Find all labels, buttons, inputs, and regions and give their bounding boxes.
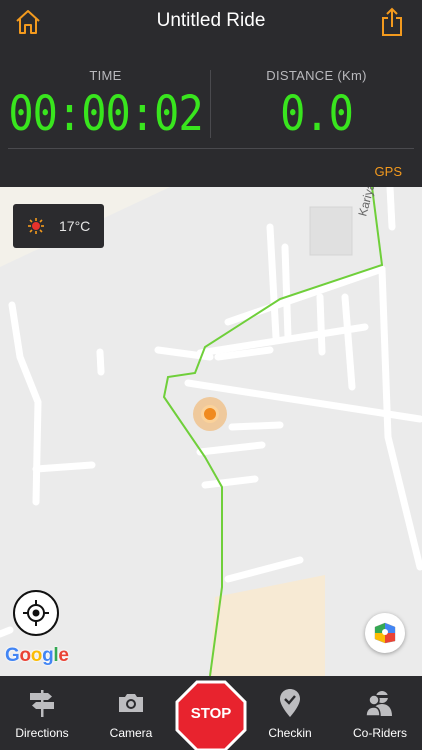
- header-divider: [8, 148, 414, 149]
- tab-camera[interactable]: Camera: [89, 676, 173, 750]
- tab-label-co-riders: Co-Riders: [352, 726, 407, 740]
- time-value: 00:00:02: [8, 85, 203, 142]
- distance-value: 0.0: [280, 85, 354, 142]
- distance-label: DISTANCE (Km): [266, 68, 367, 83]
- open-google-maps-button[interactable]: [365, 613, 405, 653]
- tab-directions[interactable]: Directions: [0, 676, 84, 750]
- camera-icon: [119, 694, 143, 712]
- tab-label-directions: Directions: [15, 726, 69, 740]
- google-maps-icon: [374, 622, 396, 644]
- temperature: 17°C: [59, 218, 91, 234]
- bottom-tab-bar: Directions Camera STOP Checkin Co-Riders: [0, 676, 422, 750]
- riders-icon: [365, 691, 392, 717]
- ride-title: Untitled Ride: [156, 10, 266, 31]
- google-logo: Google: [5, 645, 69, 666]
- signpost-icon: [30, 690, 54, 717]
- stop-button[interactable]: STOP: [175, 680, 247, 750]
- current-location-marker: [193, 397, 227, 431]
- tab-label-checkin: Checkin: [268, 726, 312, 740]
- tab-label-camera: Camera: [109, 726, 153, 740]
- weather-widget: 17°C: [13, 204, 104, 248]
- sun-icon: [28, 218, 44, 234]
- map-view[interactable]: Kariya 17°C Google: [0, 187, 422, 676]
- stop-label: STOP: [190, 705, 232, 722]
- share-button[interactable]: [376, 6, 408, 38]
- distance-stat: DISTANCE (Km) 0.0: [211, 58, 422, 142]
- ride-stats: TIME 00:00:02 DISTANCE (Km) 0.0: [0, 58, 422, 148]
- tab-checkin[interactable]: Checkin: [248, 676, 332, 750]
- location-dot: [201, 405, 219, 423]
- time-label: TIME: [89, 68, 122, 83]
- location-pin-icon: [280, 689, 300, 717]
- tab-co-riders[interactable]: Co-Riders: [338, 676, 422, 750]
- top-bar: Untitled Ride: [0, 0, 422, 44]
- share-icon: [382, 7, 402, 36]
- map-roads: Kariya: [0, 187, 422, 676]
- time-stat: TIME 00:00:02: [0, 58, 211, 142]
- gps-status: GPS: [374, 164, 402, 179]
- recenter-button[interactable]: [13, 590, 59, 636]
- crosshair-icon: [23, 600, 49, 626]
- ride-header: Untitled Ride TIME 00:00:02 DISTANCE (Km…: [0, 0, 422, 187]
